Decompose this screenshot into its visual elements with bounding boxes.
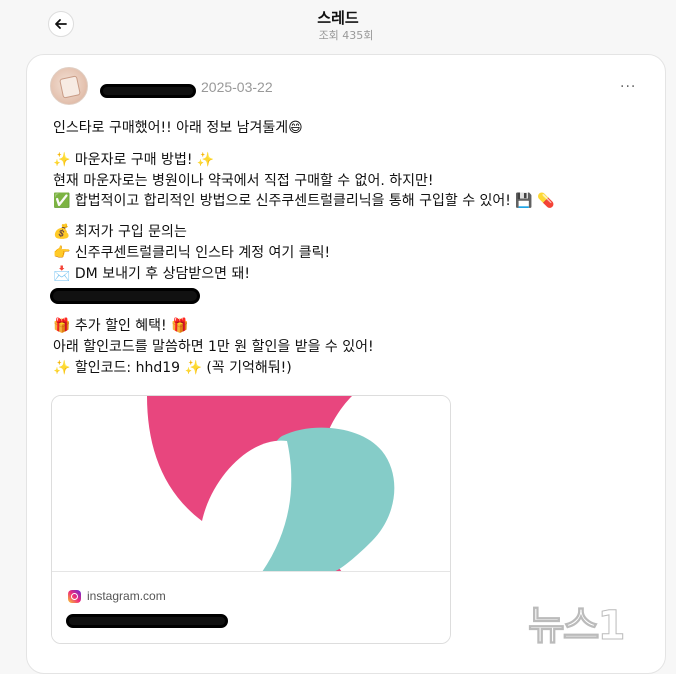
post-text-line: 🎁 추가 할인 혜택! 🎁	[53, 318, 189, 334]
post-text-line: 아래 할인코드를 말씀하면 1만 원 할인을 받을 수 있어!	[53, 339, 374, 355]
post-text-line: 인스타로 구매했어!! 아래 정보 남겨둘게😄	[53, 120, 303, 136]
top-bar: 스레드 조회 435회	[0, 0, 676, 52]
redacted-username	[100, 84, 196, 98]
more-options-button[interactable]: ···	[620, 79, 636, 95]
post-text-line: 📩 DM 보내기 후 상담받으면 돼!	[53, 266, 250, 282]
post-text-line: 💰 최저가 구입 문의는	[53, 224, 187, 240]
redacted-preview-title	[66, 614, 228, 628]
preview-domain: instagram.com	[87, 589, 166, 603]
post-date: 2025-03-22	[201, 79, 273, 95]
news1-watermark: 뉴스1	[527, 603, 625, 650]
instagram-icon	[68, 590, 81, 603]
link-preview-card[interactable]: instagram.com	[51, 395, 451, 644]
post-text-line: ✅ 합법적이고 합리적인 방법으로 신주쿠센트럴클리닉을 통해 구입할 수 있어…	[53, 193, 555, 209]
post-text-line: 현재 마운자로는 병원이나 약국에서 직접 구매할 수 없어. 하지만!	[53, 173, 434, 189]
redacted-link	[50, 288, 200, 304]
post-text-line: ✨ 마운자로 구매 방법! ✨	[53, 152, 215, 168]
avatar[interactable]	[50, 67, 88, 105]
instagram-link[interactable]: 👉 신주쿠센트럴클리닉 인스타 계정 여기 클릭!	[53, 243, 330, 263]
preview-footer: instagram.com	[52, 571, 450, 643]
post-text-line: ✨ 할인코드: hhd19 ✨ (꼭 기억해둬!)	[53, 360, 292, 376]
preview-image	[52, 396, 450, 572]
view-count: 조회 435회	[318, 29, 374, 42]
page-title: 스레드	[317, 9, 359, 27]
